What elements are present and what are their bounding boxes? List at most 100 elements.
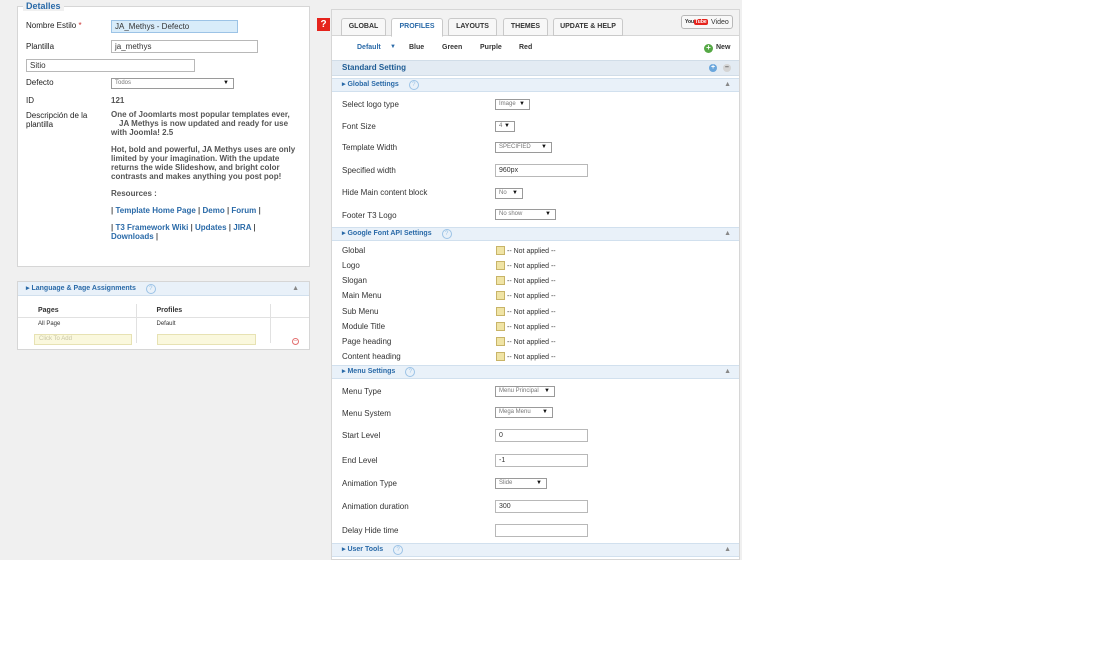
logo-type-select[interactable]: Image ▼ — [495, 99, 530, 110]
font-setting-value[interactable]: -- Not applied -- — [496, 337, 556, 346]
help-icon[interactable]: ? — [405, 367, 416, 377]
font-row-label: Slogan — [342, 276, 367, 285]
edit-icon — [496, 246, 505, 255]
help-icon[interactable]: ? — [317, 18, 330, 31]
hide-main-content-select[interactable]: No ▼ — [495, 188, 523, 199]
collapse-icon[interactable]: ▲ — [724, 228, 731, 240]
language-page-header[interactable]: ▸ Language & Page Assignments? ▲ — [18, 282, 309, 296]
font-row-label: Logo — [342, 261, 360, 270]
profile-green[interactable]: Green — [442, 37, 462, 58]
tab-update-help[interactable]: UPDATE & HELP — [553, 18, 623, 36]
col-pages: Pages — [18, 304, 137, 318]
font-setting-value[interactable]: -- Not applied -- — [496, 322, 556, 331]
help-icon[interactable]: ? — [145, 284, 156, 294]
profile-blue[interactable]: Blue — [409, 37, 424, 58]
menu-system-select[interactable]: Mega Menu ▼ — [495, 407, 553, 418]
plantilla-input[interactable]: ja_methys — [111, 40, 258, 53]
chevron-down-icon: ▼ — [541, 144, 547, 150]
menu-type-select[interactable]: Menu Principal ▼ — [495, 386, 555, 397]
row-profile: Default — [136, 317, 271, 330]
edit-icon — [496, 291, 505, 300]
font-row-label: Content heading — [342, 352, 401, 361]
footer-t3-logo-select[interactable]: No show ▼ — [495, 209, 556, 220]
font-row-label: Main Menu — [342, 291, 382, 300]
end-level-input[interactable]: -1 — [495, 454, 588, 467]
id-value: 121 — [111, 96, 125, 105]
sitio-input[interactable]: Sitio — [26, 59, 195, 72]
profile-dropdown-icon[interactable]: ▼ — [390, 37, 396, 58]
chevron-down-icon: ▼ — [519, 101, 525, 107]
standard-setting-header: Standard Setting + – — [332, 60, 739, 76]
col-profiles: Profiles — [136, 304, 271, 318]
user-tools-header[interactable]: ▸ User Tools? ▲ — [332, 543, 739, 557]
tab-global[interactable]: GLOBAL — [341, 18, 386, 36]
font-size-select[interactable]: 4 ▼ — [495, 121, 515, 132]
font-setting-value[interactable]: -- Not applied -- — [496, 352, 556, 361]
collapse-icon[interactable]: ▲ — [292, 282, 299, 296]
click-to-add-field[interactable]: Click To Add — [34, 334, 132, 345]
collapse-icon[interactable]: ▲ — [724, 79, 731, 91]
chevron-down-icon: ▼ — [504, 123, 510, 129]
link-demo[interactable]: Demo — [202, 206, 224, 215]
edit-icon — [496, 261, 505, 270]
link-template-home[interactable]: Template Home Page — [115, 206, 195, 215]
link-jira[interactable]: JIRA — [233, 223, 251, 232]
help-icon[interactable]: ? — [393, 545, 404, 555]
font-setting-value[interactable]: -- Not applied -- — [496, 246, 556, 255]
delay-hide-time-label: Delay Hide time — [342, 526, 399, 535]
start-level-input[interactable]: 0 — [495, 429, 588, 442]
font-setting-value[interactable]: -- Not applied -- — [496, 307, 556, 316]
template-description: One of Joomlarts most popular templates … — [111, 110, 311, 249]
link-t3-wiki[interactable]: T3 Framework Wiki — [115, 223, 188, 232]
plus-icon: + — [704, 44, 713, 53]
new-profile-button[interactable]: + New — [704, 37, 730, 58]
specified-width-label: Specified width — [342, 166, 396, 175]
animation-type-select[interactable]: Slide ▼ — [495, 478, 547, 489]
tab-themes[interactable]: THEMES — [503, 18, 548, 36]
font-row-label: Global — [342, 246, 366, 255]
remove-icon[interactable]: – — [292, 338, 299, 345]
link-downloads[interactable]: Downloads — [111, 232, 154, 241]
defecto-select[interactable]: Todos ▼ — [111, 78, 234, 89]
google-font-header[interactable]: ▸ Google Font API Settings? ▲ — [332, 227, 739, 241]
expand-all-icon[interactable]: + — [709, 64, 717, 72]
profile-add-field[interactable] — [157, 334, 256, 345]
animation-duration-input[interactable]: 300 — [495, 500, 588, 513]
template-width-label: Template Width — [342, 143, 398, 152]
help-icon[interactable]: ? — [441, 229, 452, 239]
font-setting-value[interactable]: -- Not applied -- — [496, 276, 556, 285]
tab-layouts[interactable]: LAYOUTS — [448, 18, 497, 36]
collapse-icon[interactable]: ▲ — [724, 366, 731, 378]
help-icon[interactable]: ? — [408, 80, 419, 90]
nombre-estilo-input[interactable]: JA_Methys - Defecto — [111, 20, 238, 33]
chevron-down-icon: ▼ — [512, 190, 518, 196]
font-setting-value[interactable]: -- Not applied -- — [496, 261, 556, 270]
edit-icon — [496, 307, 505, 316]
specified-width-input[interactable]: 960px — [495, 164, 588, 177]
global-settings-header[interactable]: ▸ Global Settings? ▲ — [332, 78, 739, 92]
video-button[interactable]: YouTube Video — [681, 15, 733, 29]
profile-purple[interactable]: Purple — [480, 37, 502, 58]
profile-red[interactable]: Red — [519, 37, 532, 58]
font-setting-value[interactable]: -- Not applied -- — [496, 291, 556, 300]
collapse-all-icon[interactable]: – — [723, 64, 731, 72]
plantilla-label: Plantilla — [26, 42, 55, 51]
link-forum[interactable]: Forum — [231, 206, 256, 215]
profile-bar: Default ▼ Blue Green Purple Red + New — [332, 37, 739, 58]
end-level-label: End Level — [342, 456, 378, 465]
t3-settings-panel: GLOBAL PROFILES LAYOUTS THEMES UPDATE & … — [331, 9, 740, 560]
footer-t3-logo-label: Footer T3 Logo — [342, 211, 397, 220]
menu-system-label: Menu System — [342, 409, 391, 418]
row-page: All Page — [18, 317, 137, 330]
details-legend: Detalles — [23, 1, 64, 11]
profile-default[interactable]: Default — [357, 37, 381, 58]
delay-hide-time-input[interactable] — [495, 524, 588, 537]
animation-duration-label: Animation duration — [342, 502, 409, 511]
menu-settings-header[interactable]: ▸ Menu Settings? ▲ — [332, 365, 739, 379]
template-width-select[interactable]: SPECIFIED ▼ — [495, 142, 552, 153]
start-level-label: Start Level — [342, 431, 381, 440]
link-updates[interactable]: Updates — [195, 223, 227, 232]
tab-profiles[interactable]: PROFILES — [391, 18, 443, 37]
collapse-icon[interactable]: ▲ — [724, 544, 731, 556]
nombre-label: Nombre Estilo * — [26, 21, 82, 30]
